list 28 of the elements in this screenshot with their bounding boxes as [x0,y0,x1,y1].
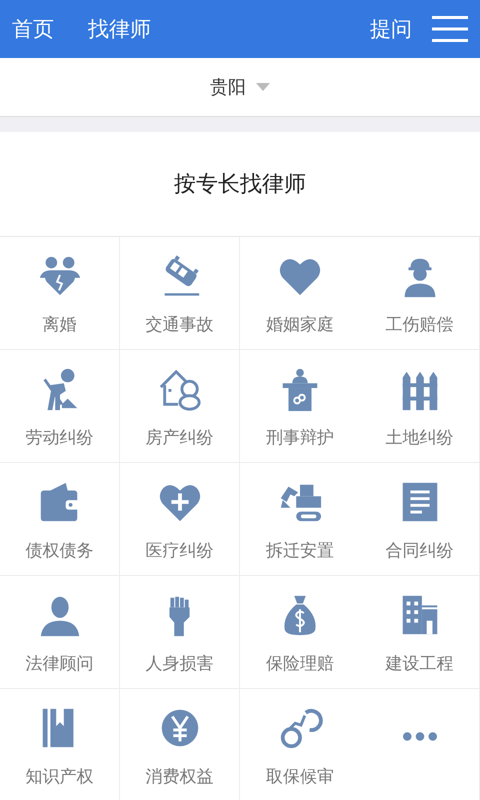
category-item[interactable]: 离婚 [0,237,120,350]
nav-link[interactable]: 找律师 [88,17,151,41]
menu-button[interactable] [432,15,468,43]
category-item[interactable]: 拆迁安置 [240,463,360,576]
category-item[interactable]: 取保候审 [240,689,360,800]
category-item[interactable]: 刑事辩护 [240,350,360,463]
more-icon [402,732,436,741]
category-item[interactable]: 工伤赔偿 [360,237,480,350]
city-dropdown[interactable]: 贵阳 [206,71,274,103]
category-item[interactable]: 知识产权 [0,689,120,800]
category-item[interactable]: 土地纠纷 [360,350,480,463]
category-item[interactable]: 交通事故 [120,237,240,350]
category-item[interactable]: 建设工程 [360,576,480,689]
category-item[interactable]: 人身损害 [120,576,240,689]
category-item[interactable]: 婚姻家庭 [240,237,360,350]
category-item[interactable]: 债权债务 [0,463,120,576]
category-item[interactable]: 劳动纠纷 [0,350,120,463]
category-item[interactable]: 合同纠纷 [360,463,480,576]
category-item[interactable]: 法律顾问 [0,576,120,689]
menu-icon [432,15,468,43]
category-item[interactable]: 医疗纠纷 [120,463,240,576]
category-item[interactable]: 消费权益 [120,689,240,800]
section-title: 按专长找律师 [174,171,306,199]
caret-icon [256,83,270,91]
category-item[interactable]: 保险理赔 [240,576,360,689]
category-item[interactable]: 房产纠纷 [120,350,240,463]
ask-link[interactable]: 提问 [370,15,412,43]
nav-link[interactable]: 首页 [12,17,54,41]
